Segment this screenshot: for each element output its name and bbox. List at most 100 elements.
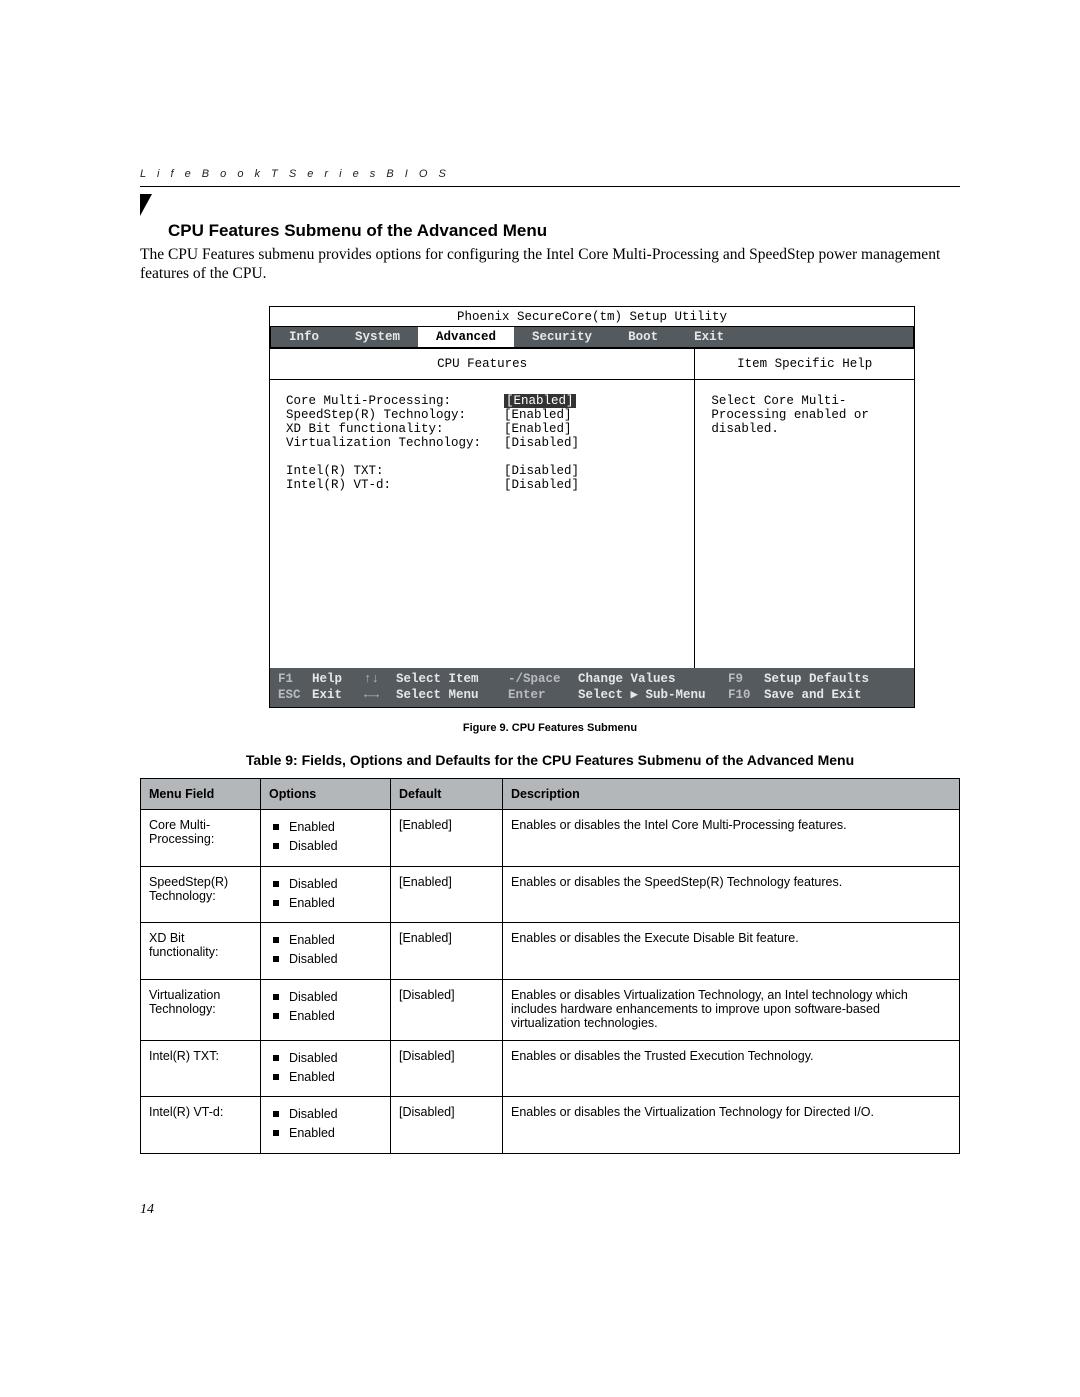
- table-row: Intel(R) TXT:DisabledEnabled[Disabled]En…: [141, 1040, 960, 1097]
- menu-field-cell: Virtualization Technology:: [141, 979, 261, 1040]
- bios-option-label: Intel(R) VT-d:: [286, 478, 504, 492]
- bios-key-label: Save and Exit: [764, 687, 906, 703]
- option-item: Enabled: [285, 1068, 382, 1087]
- bios-key-label: Setup Defaults: [764, 671, 906, 687]
- bios-key-label: Change Values: [578, 671, 728, 687]
- table-title: Table 9: Fields, Options and Defaults fo…: [140, 752, 960, 768]
- bios-option-row[interactable]: XD Bit functionality:[Enabled]: [286, 422, 682, 436]
- bios-help-header: Item Specific Help: [695, 349, 914, 380]
- option-item: Enabled: [285, 894, 382, 913]
- bios-key-esc: ESC: [278, 687, 312, 703]
- intro-paragraph: The CPU Features submenu provides option…: [140, 245, 960, 284]
- table-row: SpeedStep(R) Technology:DisabledEnabled[…: [141, 866, 960, 923]
- bios-tab-system[interactable]: System: [337, 327, 418, 347]
- bios-option-value: [Enabled]: [504, 422, 572, 436]
- description-cell: Enables or disables Virtualization Techn…: [503, 979, 960, 1040]
- default-cell: [Disabled]: [391, 979, 503, 1040]
- bios-tab-security[interactable]: Security: [514, 327, 610, 347]
- page-number: 14: [140, 1202, 960, 1218]
- bios-option-row[interactable]: Core Multi-Processing:[Enabled]: [286, 394, 682, 408]
- table-header-cell: Default: [391, 779, 503, 810]
- bios-nav-keys: ↑↓: [364, 671, 396, 687]
- table-row: Core Multi-Processing:EnabledDisabled[En…: [141, 810, 960, 867]
- description-cell: Enables or disables the Virtualization T…: [503, 1097, 960, 1154]
- bios-option-value: [Disabled]: [504, 478, 579, 492]
- bios-option-row[interactable]: Intel(R) TXT:[Disabled]: [286, 464, 682, 478]
- options-cell: DisabledEnabled: [261, 1097, 391, 1154]
- default-cell: [Enabled]: [391, 923, 503, 980]
- table-header-cell: Menu Field: [141, 779, 261, 810]
- options-cell: EnabledDisabled: [261, 810, 391, 867]
- table-row: XD Bit functionality:EnabledDisabled[Ena…: [141, 923, 960, 980]
- bios-key-f9: F9: [728, 671, 764, 687]
- options-cell: DisabledEnabled: [261, 866, 391, 923]
- table-row: Intel(R) VT-d:DisabledEnabled[Disabled]E…: [141, 1097, 960, 1154]
- bios-option-row[interactable]: SpeedStep(R) Technology:[Enabled]: [286, 408, 682, 422]
- bios-options-pane: Core Multi-Processing:[Enabled]SpeedStep…: [270, 380, 694, 668]
- option-item: Disabled: [285, 988, 382, 1007]
- option-item: Enabled: [285, 818, 382, 837]
- bios-key-label: Exit: [312, 687, 364, 703]
- option-item: Disabled: [285, 1105, 382, 1124]
- bios-option-value: [Enabled]: [504, 394, 576, 408]
- bios-tab-exit[interactable]: Exit: [676, 327, 742, 347]
- bios-option-value: [Disabled]: [504, 464, 579, 478]
- description-cell: Enables or disables the Trusted Executio…: [503, 1040, 960, 1097]
- bios-key-label: Help: [312, 671, 364, 687]
- menu-field-cell: Intel(R) TXT:: [141, 1040, 261, 1097]
- option-item: Enabled: [285, 931, 382, 950]
- bios-panel: Phoenix SecureCore(tm) Setup Utility Inf…: [269, 306, 915, 709]
- bios-nav-label: Select Menu: [396, 687, 508, 703]
- bios-option-label: Intel(R) TXT:: [286, 464, 504, 478]
- options-cell: DisabledEnabled: [261, 979, 391, 1040]
- bios-tab-boot[interactable]: Boot: [610, 327, 676, 347]
- bios-option-label: XD Bit functionality:: [286, 422, 504, 436]
- options-cell: DisabledEnabled: [261, 1040, 391, 1097]
- bios-key-f1: F1: [278, 671, 312, 687]
- default-cell: [Enabled]: [391, 810, 503, 867]
- bios-key-f10: F10: [728, 687, 764, 703]
- bios-key-space: -/Space: [508, 671, 578, 687]
- option-item: Disabled: [285, 950, 382, 969]
- bios-option-value: [Enabled]: [504, 408, 572, 422]
- description-cell: Enables or disables the Execute Disable …: [503, 923, 960, 980]
- defaults-table: Menu FieldOptionsDefaultDescription Core…: [140, 778, 960, 1154]
- default-cell: [Disabled]: [391, 1097, 503, 1154]
- running-header: L i f e B o o k T S e r i e s B I O S: [140, 168, 960, 187]
- bios-nav-label: Select Item: [396, 671, 508, 687]
- bios-tab-info[interactable]: Info: [271, 327, 337, 347]
- default-cell: [Enabled]: [391, 866, 503, 923]
- bios-nav-keys: ←→: [364, 687, 396, 703]
- bios-footer: F1 Help ↑↓ Select Item -/Space Change Va…: [270, 668, 914, 708]
- section-heading: CPU Features Submenu of the Advanced Men…: [168, 221, 960, 241]
- bios-option-label: Core Multi-Processing:: [286, 394, 504, 408]
- figure-caption: Figure 9. CPU Features Submenu: [140, 722, 960, 734]
- bios-tab-advanced[interactable]: Advanced: [418, 327, 514, 347]
- option-item: Enabled: [285, 1007, 382, 1026]
- description-cell: Enables or disables the Intel Core Multi…: [503, 810, 960, 867]
- description-cell: Enables or disables the SpeedStep(R) Tec…: [503, 866, 960, 923]
- option-item: Disabled: [285, 837, 382, 856]
- menu-field-cell: Core Multi-Processing:: [141, 810, 261, 867]
- bios-option-row[interactable]: Virtualization Technology:[Disabled]: [286, 436, 682, 450]
- menu-field-cell: Intel(R) VT-d:: [141, 1097, 261, 1154]
- bios-option-row[interactable]: Intel(R) VT-d:[Disabled]: [286, 478, 682, 492]
- bios-help-text: Select Core Multi-Processing enabled or …: [695, 380, 914, 668]
- default-cell: [Disabled]: [391, 1040, 503, 1097]
- table-header-cell: Options: [261, 779, 391, 810]
- bios-option-value: [Disabled]: [504, 436, 579, 450]
- option-item: Disabled: [285, 1049, 382, 1068]
- options-cell: EnabledDisabled: [261, 923, 391, 980]
- bios-option-label: Virtualization Technology:: [286, 436, 504, 450]
- menu-field-cell: SpeedStep(R) Technology:: [141, 866, 261, 923]
- option-item: Disabled: [285, 875, 382, 894]
- menu-field-cell: XD Bit functionality:: [141, 923, 261, 980]
- bios-main-header: CPU Features: [270, 349, 694, 380]
- corner-ornament: [140, 194, 152, 216]
- bios-option-label: SpeedStep(R) Technology:: [286, 408, 504, 422]
- bios-key-label: Select ▶ Sub-Menu: [578, 687, 728, 703]
- table-header-cell: Description: [503, 779, 960, 810]
- bios-menu-bar: InfoSystemAdvancedSecurityBootExit: [270, 327, 914, 348]
- bios-title: Phoenix SecureCore(tm) Setup Utility: [270, 307, 914, 327]
- table-row: Virtualization Technology:DisabledEnable…: [141, 979, 960, 1040]
